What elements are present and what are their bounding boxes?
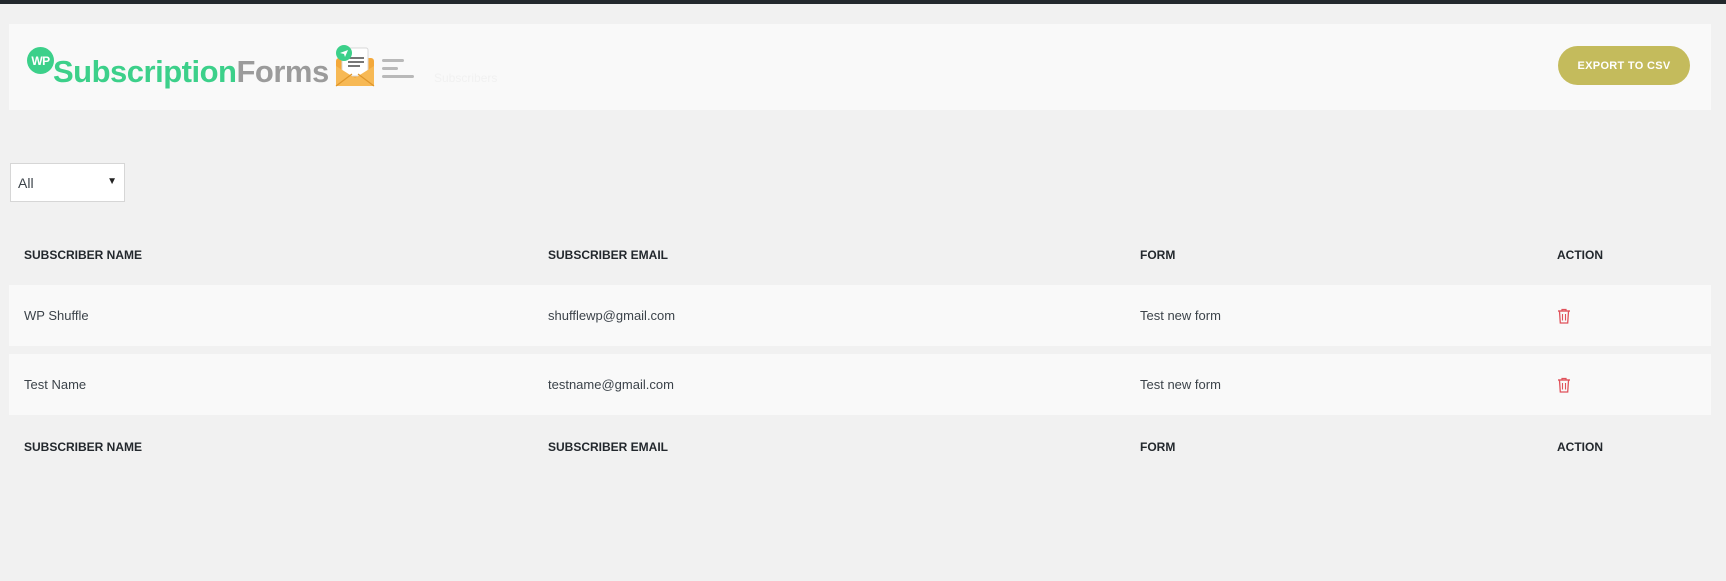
column-header-name: SUBSCRIBER NAME xyxy=(24,247,143,262)
column-header-email: SUBSCRIBER EMAIL xyxy=(548,247,669,262)
logo-wordmark: SubscriptionForms xyxy=(53,56,329,87)
delete-icon[interactable] xyxy=(1557,377,1571,393)
delete-action xyxy=(1557,354,1571,415)
column-header-form: FORM xyxy=(1140,247,1176,262)
subscriber-form: Test new form xyxy=(1140,377,1221,392)
table-row: WP Shuffle shufflewp@gmail.com Test new … xyxy=(9,285,1711,346)
subscriber-email: testname@gmail.com xyxy=(548,377,674,392)
menu-toggle-icon[interactable] xyxy=(382,59,414,81)
column-footer-action: ACTION xyxy=(1557,439,1603,454)
subscriber-email: shufflewp@gmail.com xyxy=(548,308,676,323)
logo-wp-badge: WP xyxy=(27,47,54,74)
table-header-row: SUBSCRIBER NAME SUBSCRIBER EMAIL FORM AC… xyxy=(9,224,1711,285)
table-footer-row: SUBSCRIBER NAME SUBSCRIBER EMAIL FORM AC… xyxy=(9,416,1711,477)
logo-word-subscription: Subscription xyxy=(53,54,237,89)
subscriber-form: Test new form xyxy=(1140,308,1221,323)
column-footer-form: FORM xyxy=(1140,439,1176,454)
filter-selected-value: All xyxy=(18,174,34,191)
admin-top-bar xyxy=(0,0,1726,4)
column-header-action: ACTION xyxy=(1557,247,1603,262)
logo-word-forms: Forms xyxy=(236,54,329,89)
subscriber-name: WP Shuffle xyxy=(24,308,89,323)
page-subtitle: Subscribers xyxy=(434,71,498,85)
envelope-icon xyxy=(335,45,375,87)
dropdown-arrow-icon: ▼ xyxy=(107,176,117,187)
export-csv-button[interactable]: EXPORT TO CSV xyxy=(1558,46,1690,85)
delete-action xyxy=(1557,285,1571,346)
column-footer-email: SUBSCRIBER EMAIL xyxy=(548,439,669,454)
subscriber-name: Test Name xyxy=(24,377,87,392)
form-filter-select[interactable]: All ▼ xyxy=(10,163,125,202)
column-footer-name: SUBSCRIBER NAME xyxy=(24,439,143,454)
plugin-header: WP SubscriptionForms Subscribers EXPORT … xyxy=(9,24,1711,110)
delete-icon[interactable] xyxy=(1557,308,1571,324)
table-row: Test Name testname@gmail.com Test new fo… xyxy=(9,354,1711,415)
